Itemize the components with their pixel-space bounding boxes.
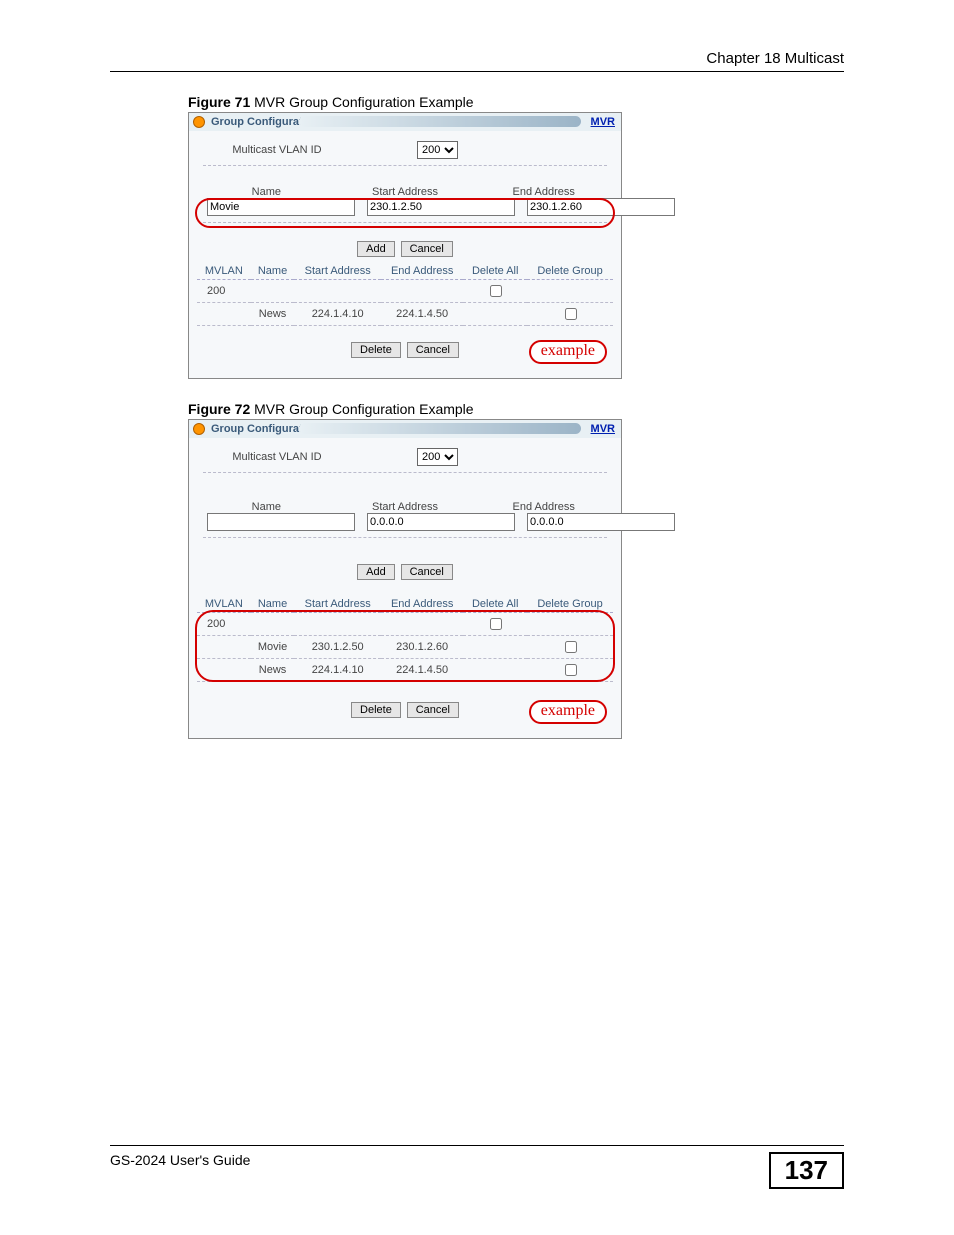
th-mvlan: MVLAN bbox=[197, 263, 251, 280]
figure-72-number: Figure 72 bbox=[188, 401, 250, 417]
start-address-input[interactable] bbox=[367, 198, 515, 216]
figure-72-panel: Group Configuration MVR Multicast VLAN I… bbox=[188, 419, 622, 739]
col-start-header: Start Address bbox=[336, 501, 475, 513]
multicast-vlan-id-select[interactable]: 200 bbox=[417, 448, 458, 466]
th-start: Start Address bbox=[294, 263, 381, 280]
cell-start: 224.1.4.10 bbox=[294, 303, 381, 326]
delete-group-checkbox[interactable] bbox=[565, 641, 577, 653]
group-table: MVLAN Name Start Address End Address Del… bbox=[197, 263, 613, 326]
table-row: News 224.1.4.10 224.1.4.50 bbox=[197, 659, 613, 682]
example-badge: example bbox=[529, 700, 607, 724]
delete-button[interactable]: Delete bbox=[351, 702, 401, 718]
table-row: 200 bbox=[197, 280, 613, 303]
cell-start: 230.1.2.50 bbox=[294, 636, 381, 659]
th-end: End Address bbox=[381, 263, 463, 280]
th-end: End Address bbox=[381, 596, 463, 613]
mvr-link[interactable]: MVR bbox=[591, 423, 621, 435]
cancel-button-2[interactable]: Cancel bbox=[407, 342, 459, 358]
cell-end: 224.1.4.50 bbox=[381, 303, 463, 326]
delete-all-checkbox[interactable] bbox=[490, 285, 502, 297]
cell-end: 224.1.4.50 bbox=[381, 659, 463, 682]
th-mvlan: MVLAN bbox=[197, 596, 251, 613]
figure-72-caption: Figure 72 MVR Group Configuration Exampl… bbox=[188, 401, 844, 417]
figure-71-number: Figure 71 bbox=[188, 94, 250, 110]
footer-guide: GS-2024 User's Guide bbox=[110, 1152, 250, 1168]
cell-name: News bbox=[251, 303, 295, 326]
cell-end: 230.1.2.60 bbox=[381, 636, 463, 659]
cell-name: Movie bbox=[251, 636, 295, 659]
example-badge: example bbox=[529, 340, 607, 364]
th-delete-group: Delete Group bbox=[527, 263, 613, 280]
start-address-input[interactable] bbox=[367, 513, 515, 531]
title-gradient bbox=[299, 116, 581, 127]
chapter-header: Chapter 18 Multicast bbox=[110, 50, 844, 72]
cell-start: 224.1.4.10 bbox=[294, 659, 381, 682]
delete-group-checkbox[interactable] bbox=[565, 664, 577, 676]
table-row: Movie 230.1.2.50 230.1.2.60 bbox=[197, 636, 613, 659]
delete-all-checkbox[interactable] bbox=[490, 618, 502, 630]
table-row: News 224.1.4.10 224.1.4.50 bbox=[197, 303, 613, 326]
add-button[interactable]: Add bbox=[357, 564, 395, 580]
cancel-button-2[interactable]: Cancel bbox=[407, 702, 459, 718]
figure-71-panel: Group Configuration MVR Multicast VLAN I… bbox=[188, 112, 622, 379]
end-address-input[interactable] bbox=[527, 198, 675, 216]
multicast-vlan-id-select[interactable]: 200 bbox=[417, 141, 458, 159]
table-row: 200 bbox=[197, 613, 613, 636]
cell-mvlan: 200 bbox=[197, 613, 251, 636]
col-end-header: End Address bbox=[474, 501, 613, 513]
panel-bullet-icon bbox=[193, 423, 205, 435]
add-button[interactable]: Add bbox=[357, 241, 395, 257]
col-end-header: End Address bbox=[474, 186, 613, 198]
figure-71-title: MVR Group Configuration Example bbox=[250, 94, 473, 110]
cell-mvlan: 200 bbox=[197, 280, 251, 303]
th-start: Start Address bbox=[294, 596, 381, 613]
panel-bullet-icon bbox=[193, 116, 205, 128]
col-name-header: Name bbox=[197, 186, 336, 198]
name-input[interactable] bbox=[207, 198, 355, 216]
delete-group-checkbox[interactable] bbox=[565, 308, 577, 320]
th-delete-all: Delete All bbox=[463, 596, 527, 613]
th-name: Name bbox=[251, 263, 295, 280]
mvr-link[interactable]: MVR bbox=[591, 116, 621, 128]
th-delete-all: Delete All bbox=[463, 263, 527, 280]
multicast-vlan-id-label: Multicast VLAN ID bbox=[197, 451, 357, 463]
title-gradient bbox=[299, 423, 581, 434]
end-address-input[interactable] bbox=[527, 513, 675, 531]
col-name-header: Name bbox=[197, 501, 336, 513]
cancel-button[interactable]: Cancel bbox=[401, 564, 453, 580]
th-delete-group: Delete Group bbox=[527, 596, 613, 613]
name-input[interactable] bbox=[207, 513, 355, 531]
group-table: MVLAN Name Start Address End Address Del… bbox=[197, 596, 613, 682]
figure-71-caption: Figure 71 MVR Group Configuration Exampl… bbox=[188, 94, 844, 110]
page-number: 137 bbox=[769, 1152, 844, 1189]
th-name: Name bbox=[251, 596, 295, 613]
delete-button[interactable]: Delete bbox=[351, 342, 401, 358]
col-start-header: Start Address bbox=[336, 186, 475, 198]
cell-name: News bbox=[251, 659, 295, 682]
cancel-button[interactable]: Cancel bbox=[401, 241, 453, 257]
figure-72-title: MVR Group Configuration Example bbox=[250, 401, 473, 417]
multicast-vlan-id-label: Multicast VLAN ID bbox=[197, 144, 357, 156]
